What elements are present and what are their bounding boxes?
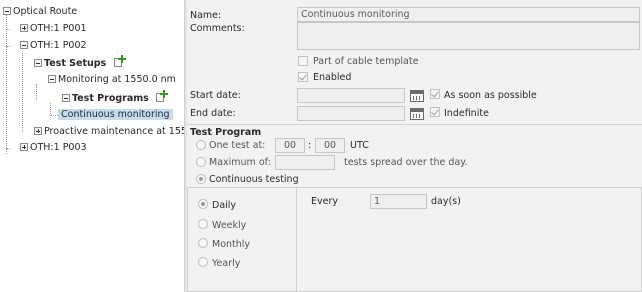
test-program-heading: Test Program (190, 127, 262, 138)
name-label: Name: (190, 10, 222, 21)
tree-label: Optical Route (13, 6, 78, 17)
tree-item-optical-route[interactable]: Optical Route (3, 5, 77, 19)
every-label: Every (311, 196, 338, 207)
monthly-label: Monthly (212, 239, 251, 250)
daily-radio[interactable] (198, 199, 208, 209)
asap-label: As soon as possible (444, 90, 537, 101)
tree-label: OTH:1 P001 (30, 23, 87, 34)
tree-guide-line (6, 46, 10, 47)
add-test-program-icon[interactable] (155, 89, 169, 103)
tree-item-test-setups[interactable]: Test Setups (34, 54, 126, 71)
maximum-radio[interactable] (196, 157, 206, 167)
tree-label: Continuous monitoring (58, 109, 173, 120)
tree-label: Test Setups (44, 58, 107, 69)
maximum-tests-field[interactable] (275, 155, 335, 170)
tree-item-test-programs[interactable]: Test Programs (62, 89, 169, 106)
one-test-label: One test at: (209, 140, 266, 151)
optical-route-tree[interactable]: Optical Route OTH:1 P001 OTH:1 P002 Test… (0, 0, 184, 292)
tree-guide-line (6, 148, 10, 149)
indefinite-label: Indefinite (444, 108, 489, 119)
tree-guide-line (22, 51, 23, 132)
asap-checkbox[interactable] (430, 89, 440, 99)
collapse-icon[interactable] (3, 6, 11, 15)
every-interval-field[interactable]: 1 (370, 194, 427, 209)
indefinite-checkbox[interactable] (430, 107, 440, 117)
spread-label: tests spread over the day. (344, 157, 468, 168)
tree-guide-line (6, 29, 10, 30)
monthly-radio[interactable] (198, 238, 208, 248)
comments-label: Comments: (190, 23, 245, 34)
yearly-radio[interactable] (198, 257, 208, 267)
comments-field[interactable] (297, 22, 640, 50)
yearly-label: Yearly (212, 258, 241, 269)
tree-label: OTH:1 P003 (30, 142, 87, 153)
tree-item-oth1-p002[interactable]: OTH:1 P002 (20, 39, 87, 53)
start-date-label: Start date: (190, 90, 241, 101)
calendar-icon[interactable] (410, 108, 424, 120)
time-separator: : (308, 140, 312, 151)
minute-field[interactable]: 00 (315, 138, 345, 153)
tree-item-oth1-p001[interactable]: OTH:1 P001 (20, 22, 87, 36)
calendar-icon[interactable] (410, 90, 424, 102)
tree-item-oth1-p003[interactable]: OTH:1 P003 (20, 141, 87, 155)
one-test-radio[interactable] (196, 140, 206, 150)
test-program-properties-panel: Name: Continuous monitoring Comments: Pa… (187, 0, 642, 292)
add-test-setup-icon[interactable] (113, 54, 126, 68)
tree-guide-line (6, 12, 7, 154)
weekly-label: Weekly (212, 220, 247, 231)
cable-template-checkbox[interactable] (298, 56, 308, 66)
start-date-field[interactable] (297, 88, 405, 103)
interval-unit-label: day(s) (431, 196, 461, 207)
tree-label: Monitoring at 1550.0 nm (58, 74, 176, 85)
tree-item-monitoring[interactable]: Monitoring at 1550.0 nm (48, 73, 176, 87)
tree-guide-line (36, 84, 37, 100)
tree-guide-line (50, 115, 58, 116)
maximum-label: Maximum of: (209, 157, 271, 168)
continuous-radio[interactable] (196, 174, 206, 184)
continuous-label: Continuous testing (209, 174, 299, 185)
tree-item-proactive-maintenance[interactable]: Proactive maintenance at 155 (34, 125, 184, 139)
tree-label: OTH:1 P002 (30, 40, 87, 51)
name-field[interactable]: Continuous monitoring (297, 7, 640, 22)
enabled-label: Enabled (313, 72, 352, 83)
collapse-icon[interactable] (34, 58, 42, 67)
tree-label: Proactive maintenance at 155 (44, 126, 184, 137)
collapse-icon[interactable] (62, 93, 70, 102)
recurrence-divider (296, 187, 297, 292)
enabled-checkbox[interactable] (298, 72, 308, 82)
tree-label: Test Programs (72, 93, 149, 104)
section-divider (187, 124, 642, 125)
utc-label: UTC (350, 140, 369, 151)
daily-label: Daily (212, 200, 237, 211)
expand-icon[interactable] (34, 126, 42, 135)
end-date-label: End date: (190, 108, 236, 119)
collapse-icon[interactable] (20, 40, 28, 49)
end-date-field[interactable] (297, 106, 405, 121)
tree-item-continuous-monitoring[interactable]: Continuous monitoring (58, 108, 173, 122)
weekly-radio[interactable] (198, 219, 208, 229)
hour-field[interactable]: 00 (275, 138, 305, 153)
expand-icon[interactable] (20, 23, 28, 32)
expand-icon[interactable] (20, 142, 28, 151)
cable-template-label: Part of cable template (313, 56, 419, 67)
collapse-icon[interactable] (48, 74, 56, 83)
